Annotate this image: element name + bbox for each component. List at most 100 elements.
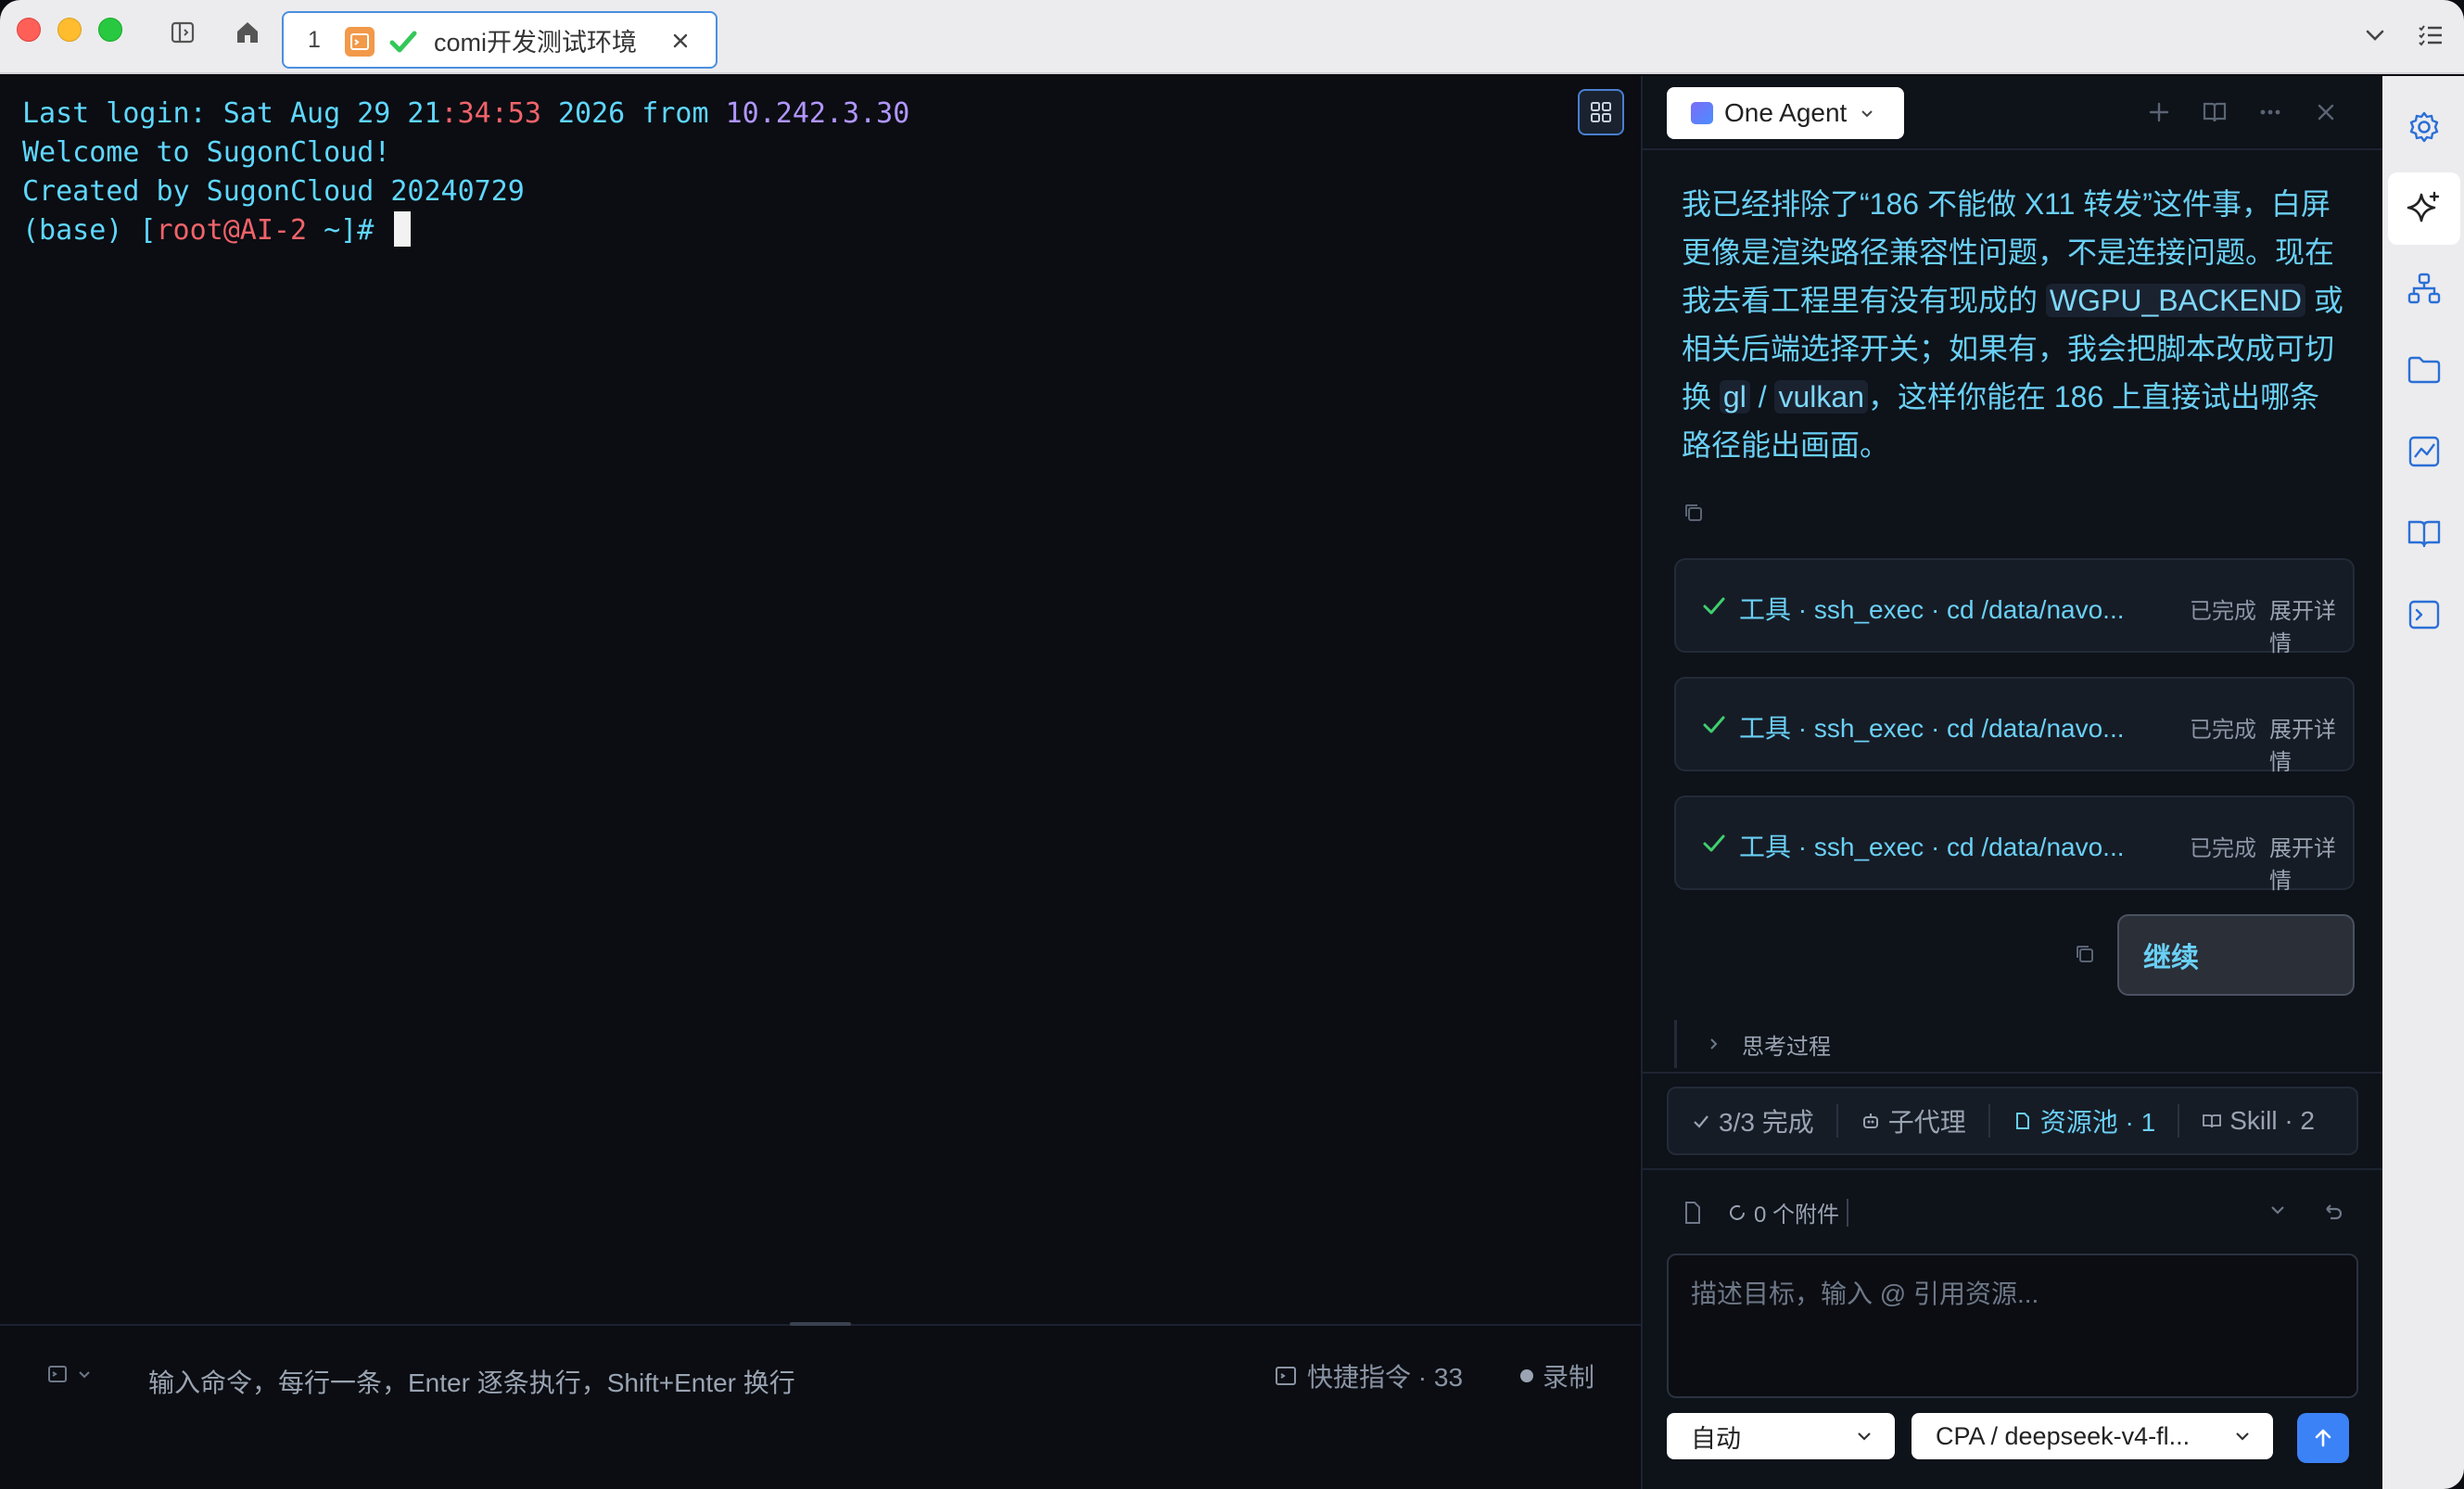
model-select[interactable]: CPA / deepseek-v4-fl... (1912, 1413, 2273, 1459)
title-bar: 1 comi开发测试环境 (0, 0, 2464, 74)
command-input[interactable]: 输入命令，每行一条，Enter 逐条执行，Shift+Enter 换行 (148, 1363, 795, 1400)
message-text: / (1749, 380, 1775, 414)
mode-select[interactable]: 自动 (1667, 1413, 1895, 1459)
subagent-button[interactable]: 子代理 (1838, 1104, 1990, 1138)
agent-selector-label: One Agent (1724, 98, 1848, 127)
folder-icon[interactable] (2388, 334, 2460, 406)
tab-close-icon[interactable] (669, 30, 692, 57)
tab-comi-dev-env[interactable]: 1 comi开发测试环境 (282, 11, 718, 69)
check-icon (1700, 710, 1728, 743)
terminal-line: Welcome to SugonCloud! (22, 136, 391, 169)
menu-list-icon[interactable] (2416, 20, 2445, 55)
terminal-icon (48, 1366, 67, 1382)
terminal-line: Created by SugonCloud 20240729 (22, 175, 525, 208)
expand-details-button[interactable]: 展开详情 (2269, 711, 2353, 776)
refresh-icon (1730, 1204, 1745, 1220)
assistant-message: 我已经排除了“186 不能做 X11 转发”这件事，白屏更像是渲染路径兼容性问题… (1682, 180, 2349, 469)
tab-number: 1 (308, 26, 321, 53)
robot-icon (1862, 1114, 1878, 1128)
terminal-prompt: (base) [root@AI-2 ~]# (22, 211, 1619, 250)
expand-details-button[interactable]: 展开详情 (2269, 592, 2353, 657)
settings-gear-icon[interactable] (2388, 91, 2460, 163)
chevron-down-icon (2236, 1432, 2249, 1441)
chevron-right-icon (1710, 1038, 1718, 1050)
resource-pool-button[interactable]: 资源池 · 1 (1990, 1104, 2180, 1138)
app-window: 1 comi开发测试环境 Last login: Sat Aug 29 21:3… (0, 0, 2464, 1489)
undo-icon[interactable] (2319, 1198, 2345, 1228)
divider (1847, 1198, 1849, 1227)
copy-user-message-icon[interactable] (2073, 942, 2097, 971)
text-segment: Last login: Sat Aug 29 21 (22, 97, 441, 130)
quick-commands-label: 快捷指令 · 33 (1307, 1363, 1464, 1392)
right-sidebar (2382, 76, 2464, 1489)
tool-status: 已完成 (2190, 836, 2256, 861)
expand-details-button[interactable]: 展开详情 (2269, 830, 2353, 895)
layout-grid-button[interactable] (1578, 89, 1624, 135)
text-segment: ~]# (307, 214, 391, 247)
new-chat-plus-icon[interactable] (2145, 98, 2173, 131)
model-select-label: CPA / deepseek-v4-fl... (1936, 1421, 2191, 1450)
terminal-icon[interactable] (2388, 579, 2460, 651)
tool-call-label: 工具 · ssh_exec · cd /data/navo... (1739, 595, 2125, 624)
monitor-chart-icon[interactable] (2388, 415, 2460, 488)
network-topology-icon[interactable] (2388, 252, 2460, 325)
book-icon[interactable] (2388, 497, 2460, 569)
home-icon[interactable] (232, 17, 263, 48)
tab-title: comi开发测试环境 (434, 28, 638, 57)
more-options-icon[interactable] (2256, 98, 2284, 131)
sidebar-toggle-icon[interactable] (167, 17, 198, 48)
tool-status: 已完成 (2190, 718, 2256, 743)
divider (1643, 1168, 2384, 1170)
terminal-cursor (394, 211, 412, 247)
mode-select-label: 自动 (1691, 1424, 1741, 1453)
chevron-down-icon (79, 1371, 90, 1379)
record-dot-icon (1520, 1369, 1533, 1382)
terminal-output[interactable]: Last login: Sat Aug 29 21:34:53 2026 fro… (0, 76, 1641, 1324)
book-icon[interactable] (2201, 98, 2229, 131)
quick-commands-button[interactable]: 快捷指令 · 33 (1274, 1357, 1463, 1394)
text-segment: :34:53 (440, 97, 541, 130)
attachments-count[interactable]: 0 个附件 (1726, 1196, 1839, 1228)
tool-call-label: 工具 · ssh_exec · cd /data/navo... (1739, 833, 2125, 861)
resize-handle[interactable] (790, 1322, 851, 1326)
tasks-done-status[interactable]: 3/3 完成 (1669, 1104, 1838, 1138)
tool-status: 已完成 (2190, 599, 2256, 624)
record-button[interactable]: 录制 (1520, 1357, 1594, 1394)
chevron-down-icon (1858, 1432, 1871, 1441)
user-host: root@AI-2 (156, 214, 308, 247)
skill-button[interactable]: Skill · 2 (2179, 1104, 2337, 1138)
terminal-icon (1276, 1367, 1296, 1385)
agent-panel: One Agent 我已经排除了“186 不能做 X11 转发”这件事，白屏更像… (1641, 76, 2384, 1489)
attach-file-icon (1685, 1201, 1700, 1224)
agent-selector[interactable]: One Agent (1667, 87, 1904, 139)
agent-prompt-input[interactable]: 描述目标，输入 @ 引用资源... (1667, 1254, 2358, 1398)
close-window-button[interactable] (17, 18, 41, 42)
book-icon (2203, 1114, 2222, 1128)
prompt-placeholder: 描述目标，输入 @ 引用资源... (1691, 1279, 2039, 1308)
chevron-down-icon[interactable] (2266, 1198, 2290, 1227)
thinking-process-toggle[interactable]: 思考过程 (1674, 1020, 1831, 1068)
tool-call-card[interactable]: 工具 · ssh_exec · cd /data/navo... 已完成 展开详… (1674, 677, 2355, 775)
check-icon (1694, 1115, 1708, 1128)
close-panel-icon[interactable] (2312, 98, 2340, 131)
agent-status-bar: 3/3 完成 子代理 资源池 · 1 Skill · 2 (1667, 1087, 2358, 1155)
check-icon (1700, 829, 1728, 861)
tabs-dropdown-chevron-icon[interactable] (2360, 20, 2390, 55)
ai-sparkle-icon[interactable] (2388, 172, 2460, 245)
terminal-command-bar: 输入命令，每行一条，Enter 逐条执行，Shift+Enter 换行 快捷指令… (0, 1322, 1641, 1489)
inline-code: WGPU_BACKEND (2045, 284, 2305, 317)
maximize-window-button[interactable] (98, 18, 122, 42)
minimize-window-button[interactable] (57, 18, 82, 42)
attachments-row: 0 个附件 (1680, 1196, 1849, 1228)
terminal-line: Last login: Sat Aug 29 21:34:53 2026 fro… (22, 95, 1619, 134)
command-mode-dropdown[interactable] (46, 1363, 93, 1385)
inline-code: vulkan (1774, 380, 1868, 414)
send-button[interactable] (2297, 1413, 2349, 1463)
text-segment: 2026 from (540, 97, 726, 130)
tool-call-card[interactable]: 工具 · ssh_exec · cd /data/navo... 已完成 展开详… (1674, 558, 2355, 656)
tool-call-card[interactable]: 工具 · ssh_exec · cd /data/navo... 已完成 展开详… (1674, 795, 2355, 894)
text-segment: (base) [ (22, 214, 157, 247)
user-message-bubble: 继续 (2117, 914, 2355, 996)
copy-message-icon[interactable] (1682, 501, 1706, 529)
check-icon (1700, 592, 1728, 624)
